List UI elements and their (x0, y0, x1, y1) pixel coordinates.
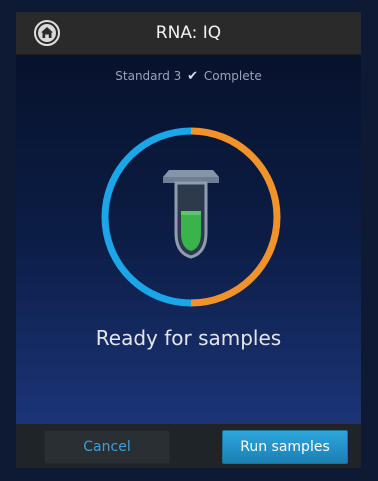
button-bar: Cancel Run samples (16, 423, 361, 468)
ready-message: Ready for samples (95, 326, 282, 350)
progress-ring (101, 127, 281, 307)
status-line: Standard 3 ✔ Complete (16, 69, 361, 84)
title-bar: RNA: IQ (16, 12, 361, 55)
status-standard: Standard 3 (115, 69, 182, 83)
page-title: RNA: IQ (155, 23, 222, 43)
run-samples-button[interactable]: Run samples (222, 430, 348, 464)
status-complete: Complete (203, 69, 262, 83)
sample-tube-icon (163, 170, 219, 259)
cancel-button[interactable]: Cancel (44, 430, 170, 464)
main-panel: Standard 3 ✔ Complete Ready for samples (16, 55, 361, 423)
screen: RNA: IQ Standard 3 ✔ Complete Ready for … (0, 0, 378, 481)
check-icon: ✔ (187, 69, 199, 84)
